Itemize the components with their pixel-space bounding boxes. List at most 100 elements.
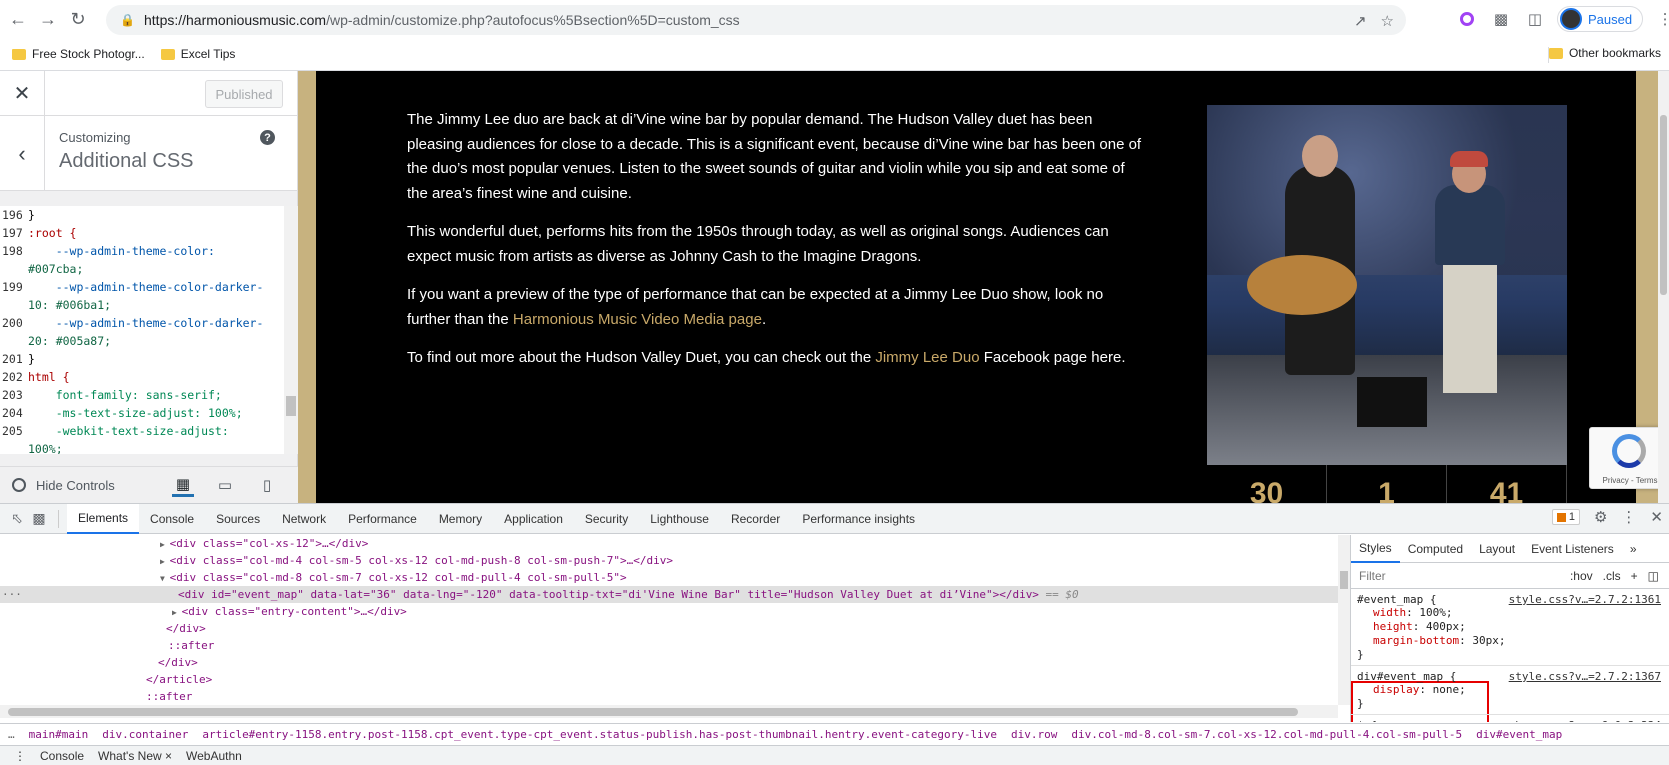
menu-kebab-icon[interactable]: ⋮ (1653, 7, 1669, 31)
styles-filter-input[interactable]: Filter (1351, 569, 1570, 583)
elements-vscroll[interactable] (1338, 535, 1350, 705)
dom-node-line[interactable]: </div> (0, 620, 1338, 637)
preview-content: The Jimmy Lee duo are back at di’Vine wi… (316, 71, 1636, 503)
code-line: 203 font-family: sans-serif; (0, 386, 298, 404)
editor-scrollbar[interactable] (284, 206, 298, 454)
back-arrow-icon[interactable]: ← (4, 5, 32, 33)
device-toolbar-icon[interactable]: ▩ (28, 508, 50, 530)
preview-scrollbar[interactable] (1658, 71, 1669, 503)
elements-tree[interactable]: ▶ <div class="col-xs-12">…</div> ▶ <div c… (0, 535, 1338, 722)
reload-icon[interactable]: ↻ (64, 5, 92, 33)
hov-toggle[interactable]: :hov (1570, 569, 1593, 583)
address-bar[interactable]: 🔒 https://harmoniousmusic.com/wp-admin/c… (106, 5, 1406, 35)
other-bookmarks[interactable]: Other bookmarks (1548, 46, 1661, 60)
style-declaration[interactable]: height: 400px; (1357, 620, 1669, 634)
styles-tab-layout[interactable]: Layout (1471, 535, 1523, 563)
tab-sources[interactable]: Sources (205, 504, 271, 534)
rule-source-link[interactable]: style.css?v…=2.7.2:1361 (1509, 593, 1661, 606)
code-text: font-family: sans-serif; (28, 388, 222, 402)
forward-arrow-icon[interactable]: → (34, 5, 62, 33)
expand-arrow-icon[interactable]: ▶ (160, 540, 170, 549)
chevron-left-icon[interactable]: ‹ (0, 116, 45, 191)
new-rule-icon[interactable]: + (1631, 569, 1638, 583)
expand-arrow-icon[interactable]: ▶ (160, 557, 170, 566)
tab-elements[interactable]: Elements (67, 503, 140, 534)
tab-application[interactable]: Application (493, 504, 574, 534)
dom-node-line[interactable]: ▶ <div class="col-xs-12">…</div> (0, 535, 1338, 552)
breadcrumb-item[interactable]: div.row (1011, 728, 1057, 741)
expand-arrow-icon[interactable]: ▶ (172, 608, 182, 617)
side-panel-icon[interactable]: ◫ (1523, 7, 1547, 31)
dom-node-line[interactable]: ··· <div id="event_map" data-lat="36" dat… (0, 586, 1338, 603)
dom-node-line[interactable]: ::after (0, 637, 1338, 654)
rule-source-link[interactable]: style.css?v…=2.7.2:1367 (1509, 670, 1661, 683)
recaptcha-badge[interactable]: Privacy - Terms (1589, 427, 1669, 489)
styles-tab-computed[interactable]: Computed (1400, 535, 1471, 563)
mobile-preview-icon[interactable]: ▯ (256, 473, 278, 497)
tab-security[interactable]: Security (574, 504, 639, 534)
style-declaration[interactable]: margin-bottom: 30px; (1357, 634, 1669, 648)
breadcrumb-item[interactable]: div.col-md-8.col-sm-7.col-xs-12.col-md-p… (1071, 728, 1462, 741)
css-code-editor[interactable]: 196} 197:root {198 --wp-admin-theme-color… (0, 206, 298, 454)
drawer-tab[interactable]: Console (40, 749, 84, 763)
tab-network[interactable]: Network (271, 504, 337, 534)
bookmark-excel-tips[interactable]: Excel Tips (160, 47, 235, 61)
help-icon[interactable]: ? (260, 130, 275, 145)
facebook-link[interactable]: Jimmy Lee Duo (875, 349, 979, 366)
breadcrumb-overflow-icon[interactable]: … (8, 728, 15, 741)
tab-lighthouse[interactable]: Lighthouse (639, 504, 720, 534)
tab-performance[interactable]: Performance (337, 504, 428, 534)
dom-node-line[interactable]: ▶ <div class="col-md-4 col-sm-5 col-xs-1… (0, 552, 1338, 569)
cls-toggle[interactable]: .cls (1603, 569, 1621, 583)
dom-node-line[interactable]: ▶ <div class="entry-content">…</div> (0, 603, 1338, 620)
dom-node-line[interactable]: </div> (0, 654, 1338, 671)
dom-node-line[interactable]: </article> (0, 671, 1338, 688)
profile-button[interactable]: Paused (1557, 6, 1644, 32)
more-tabs-icon[interactable]: » (1622, 535, 1645, 563)
more-options-icon[interactable]: ⋮ (1621, 508, 1636, 526)
expand-arrow-icon[interactable]: ▼ (160, 574, 170, 583)
inspect-element-icon[interactable]: ⬁ (6, 508, 28, 530)
line-number: 201 (2, 352, 23, 366)
tab-recorder[interactable]: Recorder (720, 504, 791, 534)
desktop-preview-icon[interactable]: ▦ (172, 473, 194, 497)
breadcrumb-item[interactable]: div.container (102, 728, 188, 741)
style-rule[interactable]: style.css?v…=2.7.2:1367 div#event_map {di… (1351, 666, 1669, 715)
dom-node-line[interactable]: ::after (0, 688, 1338, 705)
tab-performance-insights[interactable]: Performance insights (791, 504, 926, 534)
share-icon[interactable]: ↗ (1354, 12, 1367, 30)
styles-tab-event-listeners[interactable]: Event Listeners (1523, 535, 1622, 563)
hide-controls-label[interactable]: Hide Controls (36, 478, 115, 493)
warnings-badge[interactable]: 1 (1551, 509, 1580, 525)
breadcrumb-item[interactable]: main#main (29, 728, 89, 741)
video-media-link[interactable]: Harmonious Music Video Media page (513, 311, 762, 328)
hide-controls-icon[interactable] (12, 478, 26, 492)
drawer-tab[interactable]: What's New × (98, 749, 172, 763)
style-declaration[interactable]: display: none; (1357, 683, 1669, 697)
bookmark-star-icon[interactable]: ☆ (1381, 12, 1394, 30)
breadcrumb-item[interactable]: div#event_map (1476, 728, 1562, 741)
url-host: https://harmoniousmusic.com (144, 12, 327, 28)
tab-console[interactable]: Console (139, 504, 205, 534)
computed-sidebar-icon[interactable]: ◫ (1648, 569, 1659, 583)
bookmark-free-stock[interactable]: Free Stock Photogr... (12, 47, 145, 61)
line-number: 199 (2, 280, 23, 294)
tab-memory[interactable]: Memory (428, 504, 493, 534)
close-icon[interactable]: ✕ (0, 71, 45, 116)
extensions-puzzle-icon[interactable]: ▩ (1489, 7, 1513, 31)
rule-source-link[interactable]: base.css?ver=6.0.3:234 (1515, 719, 1661, 722)
styles-tab-styles[interactable]: Styles (1351, 535, 1400, 563)
close-devtools-icon[interactable]: ✕ (1650, 508, 1663, 526)
settings-gear-icon[interactable]: ⚙ (1594, 508, 1607, 526)
published-button[interactable]: Published (205, 80, 283, 108)
tablet-preview-icon[interactable]: ▭ (214, 473, 236, 497)
elements-hscroll[interactable] (0, 705, 1338, 718)
drawer-more-icon[interactable]: ⋮ (14, 749, 26, 763)
style-rule[interactable]: style.css?v…=2.7.2:1361 #event_map {width… (1351, 589, 1669, 666)
extension-color-icon[interactable] (1455, 7, 1479, 31)
dom-node-line[interactable]: ▼ <div class="col-md-8 col-sm-7 col-xs-1… (0, 569, 1338, 586)
drawer-tab[interactable]: WebAuthn (186, 749, 242, 763)
breadcrumb-item[interactable]: article#entry-1158.entry.post-1158.cpt_e… (202, 728, 997, 741)
style-declaration[interactable]: width: 100%; (1357, 606, 1669, 620)
style-rule[interactable]: base.css?ver=6.0.3:234* { (1351, 715, 1669, 722)
